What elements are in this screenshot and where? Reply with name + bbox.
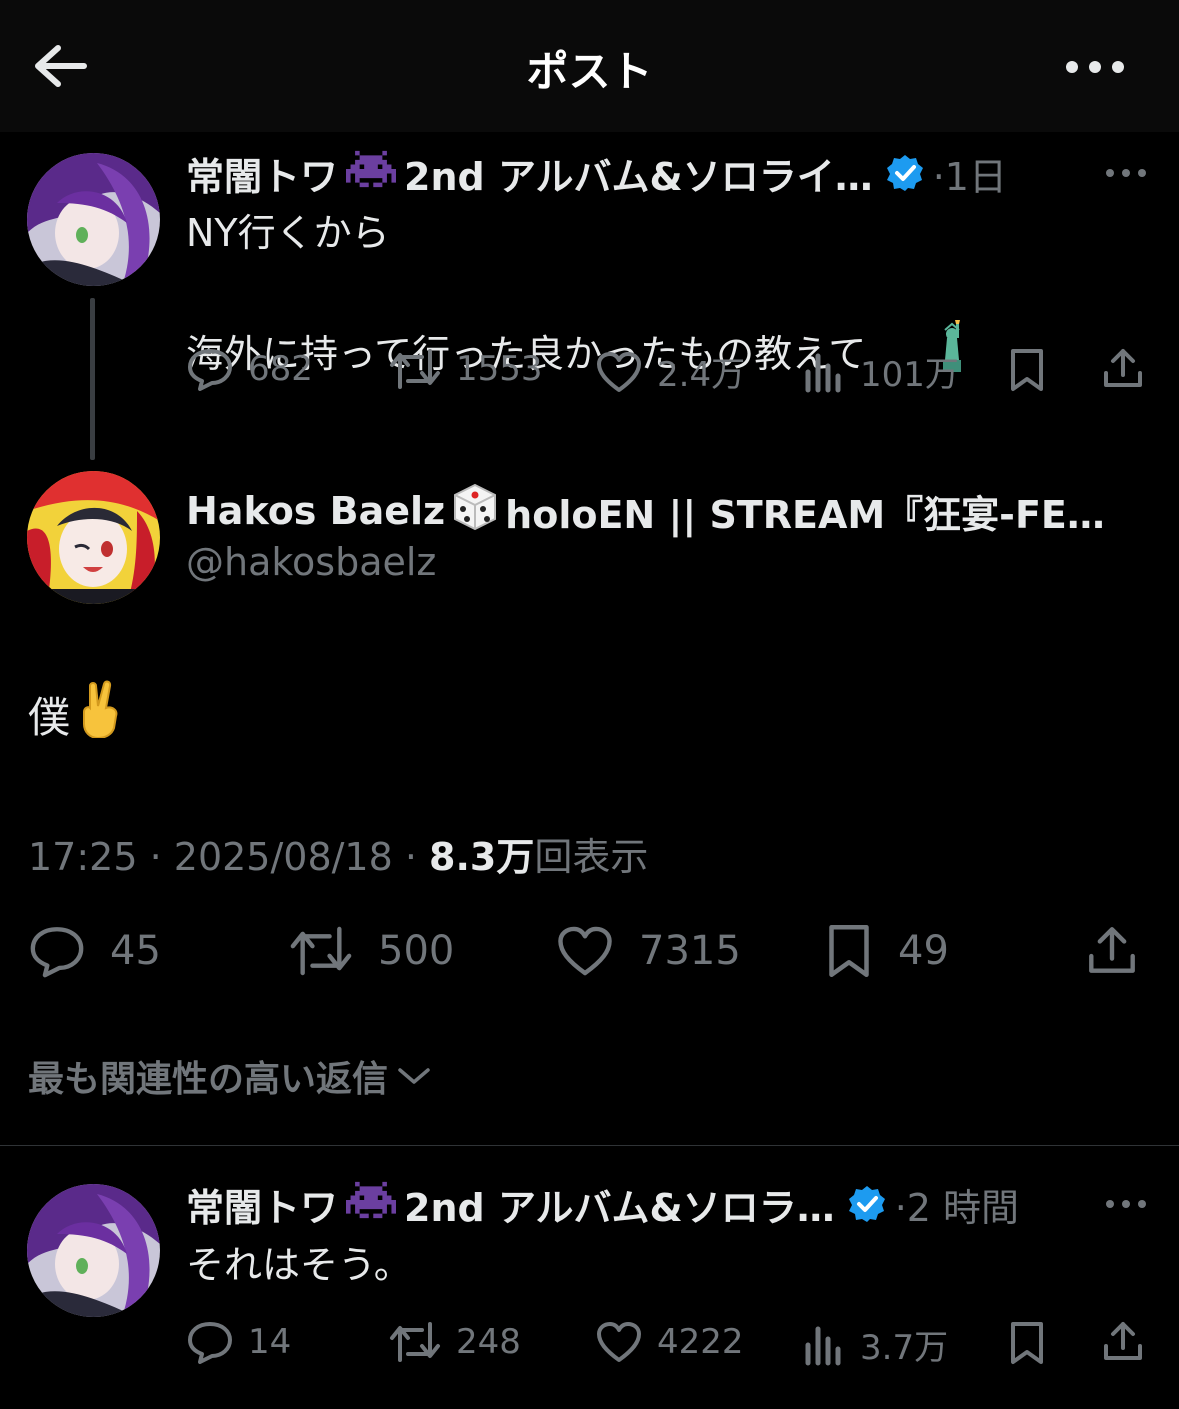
views-button[interactable]: 101万	[802, 347, 959, 396]
heart-icon	[597, 351, 641, 392]
parent-author-row[interactable]: 常闇トワ 2nd アルバム&ソロライ… ·1日	[186, 148, 1007, 199]
reply-icon	[188, 349, 232, 391]
retweet-count: 248	[456, 1322, 521, 1362]
analytics-icon	[805, 353, 841, 392]
main-author-row[interactable]: Hakos Baelz holoEN || STREAM『狂宴-FE…	[186, 483, 1105, 537]
heart-icon	[597, 1322, 641, 1362]
retweet-icon	[290, 926, 352, 976]
avatar-towa[interactable]	[27, 1184, 160, 1317]
author-name-suffix: 2nd アルバム&ソロライ…	[404, 154, 873, 199]
parent-tweet-line-1: NY行くから	[186, 211, 390, 255]
retweet-button[interactable]: 500	[288, 924, 454, 978]
views-label: 回表示	[534, 835, 649, 879]
reply-author-row[interactable]: 常闇トワ 2nd アルバム&ソロラ… ·2 時間	[186, 1179, 1020, 1230]
reply-icon	[30, 927, 84, 978]
heart-icon	[558, 926, 612, 976]
space-invader-icon	[346, 1181, 397, 1228]
avatar-baelz[interactable]	[27, 471, 160, 604]
bookmark-button[interactable]: 49	[824, 922, 949, 980]
share-icon	[1104, 1322, 1142, 1360]
page-title: ポスト	[526, 47, 653, 96]
retweet-button[interactable]: 1553	[388, 347, 543, 391]
analytics-icon	[805, 1326, 841, 1365]
top-bar: ポスト	[0, 0, 1179, 132]
avatar-towa[interactable]	[27, 153, 160, 286]
share-button[interactable]	[1100, 345, 1146, 391]
victory-hand-icon	[76, 680, 126, 748]
author-name: 常闇トワ	[186, 1185, 339, 1230]
share-icon	[1089, 927, 1135, 973]
sort-label: 最も関連性の高い返信	[28, 1059, 389, 1100]
dice-icon	[449, 481, 501, 542]
author-handle[interactable]: @hakosbaelz	[186, 540, 436, 584]
share-icon	[1104, 349, 1142, 387]
retweet-count: 1553	[456, 349, 543, 389]
retweet-icon	[390, 1322, 440, 1362]
bookmark-button[interactable]	[1007, 1320, 1047, 1366]
verified-badge-icon	[885, 153, 925, 193]
chevron-down-icon	[398, 1068, 430, 1084]
bookmark-icon	[829, 925, 869, 977]
retweet-count: 500	[378, 928, 455, 974]
reply-count: 45	[110, 928, 161, 974]
bookmark-button[interactable]	[1007, 347, 1047, 393]
main-tweet-text-row: 僕	[28, 680, 126, 748]
thread-connector	[90, 298, 95, 460]
views-count: 3.7万	[860, 1328, 949, 1368]
main-tweet-text: 僕	[28, 692, 71, 742]
divider	[0, 1145, 1179, 1146]
bookmark-icon	[1011, 1322, 1043, 1364]
tweet-meta: 17:25 · 2025/08/18 · 8.3万回表示	[28, 835, 649, 879]
tweet-time: 17:25	[28, 835, 138, 879]
like-count: 2.4万	[657, 355, 746, 395]
author-name: Hakos Baelz	[186, 489, 446, 533]
like-count: 4222	[657, 1322, 744, 1362]
reply-sort-dropdown[interactable]: 最も関連性の高い返信	[28, 1050, 432, 1102]
tweet-time: ·1日	[932, 154, 1007, 199]
tweet-more-icon[interactable]	[1104, 1196, 1152, 1212]
retweet-button[interactable]: 248	[388, 1320, 521, 1364]
author-name: 常闇トワ	[186, 154, 339, 199]
reply-count: 682	[248, 349, 313, 389]
author-name-suffix: holoEN || STREAM『狂宴-FE…	[505, 492, 1105, 537]
reply-button[interactable]: 45	[28, 924, 161, 978]
views-count: 8.3万	[429, 835, 535, 879]
space-invader-icon	[346, 150, 397, 197]
more-options-icon[interactable]	[1060, 52, 1130, 82]
views-count: 101万	[860, 355, 959, 395]
reply-count: 14	[248, 1322, 292, 1362]
like-button[interactable]: 4222	[595, 1320, 744, 1364]
tweet-more-icon[interactable]	[1104, 165, 1152, 181]
share-button[interactable]	[1100, 1318, 1146, 1364]
tweet-time: ·2 時間	[894, 1185, 1020, 1230]
bookmark-count: 49	[898, 928, 949, 974]
retweet-icon	[390, 349, 440, 389]
like-count: 7315	[639, 928, 741, 974]
like-button[interactable]: 7315	[555, 924, 741, 978]
tweet-date: 2025/08/18	[173, 835, 393, 879]
reply-icon	[188, 1322, 232, 1364]
reply-tweet-text: それはそう。	[186, 1243, 412, 1287]
share-button[interactable]	[1084, 922, 1140, 978]
bookmark-icon	[1011, 349, 1043, 391]
like-button[interactable]: 2.4万	[595, 347, 745, 396]
reply-button[interactable]: 682	[186, 347, 313, 391]
author-name-suffix: 2nd アルバム&ソロラ…	[404, 1185, 835, 1230]
verified-badge-icon	[847, 1184, 887, 1224]
views-button[interactable]: 3.7万	[802, 1320, 948, 1369]
reply-button[interactable]: 14	[186, 1320, 291, 1364]
